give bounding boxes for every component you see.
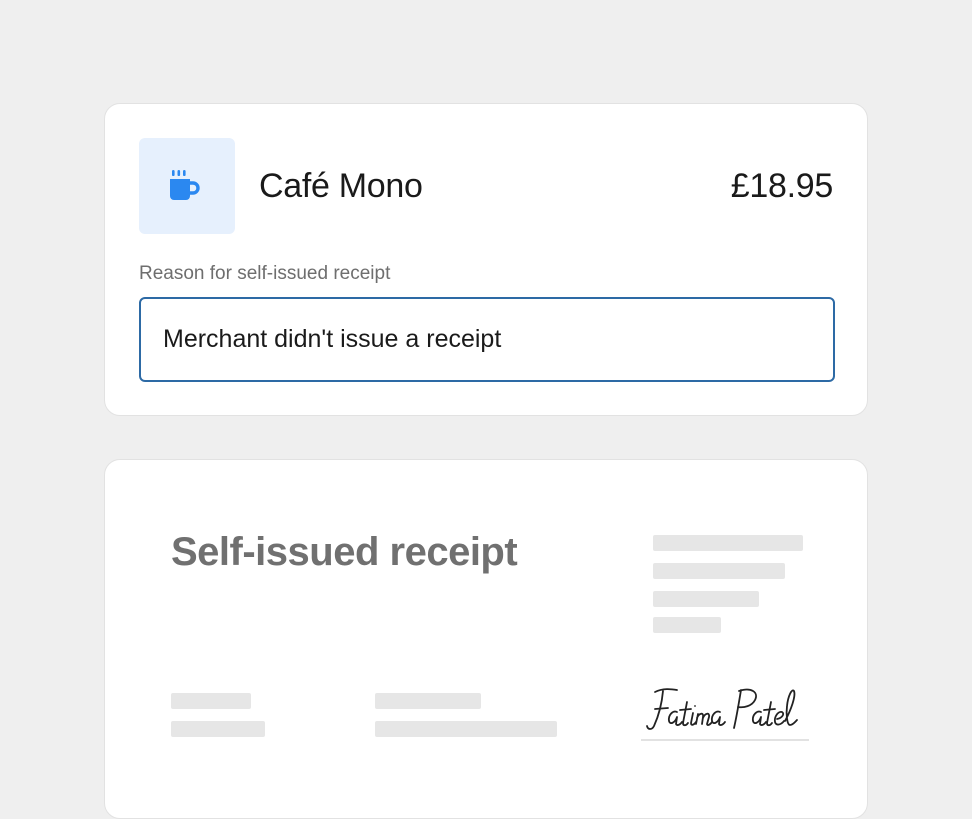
receipt-detail-label [171,693,251,709]
receipt-address-line [653,617,721,633]
receipt-detail-value [171,721,265,737]
reason-label: Reason for self-issued receipt [139,263,391,284]
receipt-title: Self-issued receipt [171,530,518,574]
reason-input[interactable] [139,297,835,382]
signature-line [641,739,809,741]
merchant-icon-container [139,138,235,234]
transaction-card: Café Mono £18.95 Reason for self-issued … [104,103,868,416]
receipt-preview-card: Self-issued receipt [104,459,868,819]
handwritten-signature [646,688,798,730]
transaction-amount: £18.95 [730,167,834,205]
receipt-detail-value [375,721,557,737]
receipt-address-line [653,535,803,551]
receipt-detail-label [375,693,481,709]
receipt-address-line [653,591,759,607]
merchant-name: Café Mono [259,167,423,205]
coffee-cup-icon [170,170,200,200]
receipt-address-line [653,563,785,579]
